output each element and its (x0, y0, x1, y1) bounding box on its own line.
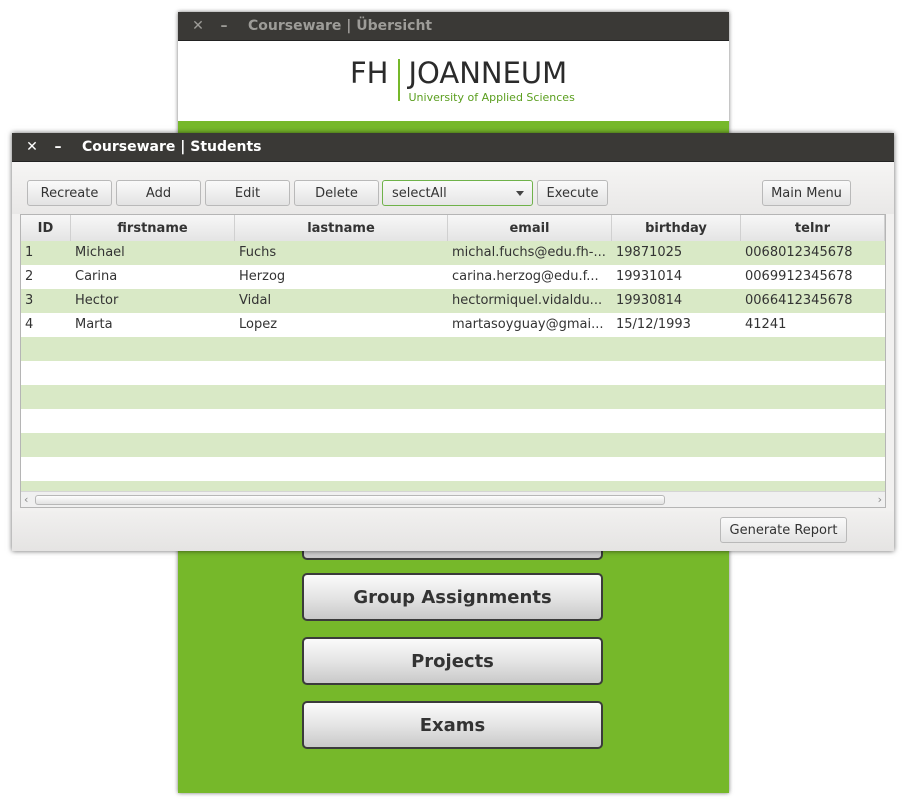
logo-fh-text: FH (350, 56, 389, 90)
close-icon[interactable]: ✕ (24, 139, 40, 155)
cell-id: 2 (25, 269, 34, 284)
cell-birthday: 19930814 (616, 293, 683, 308)
students-title: Courseware | Students (82, 139, 262, 155)
students-titlebar: ✕ – Courseware | Students (12, 133, 894, 162)
table-header: ID firstname lastname email birthday tel… (21, 215, 885, 242)
cell-firstname: Carina (75, 269, 118, 284)
cell-firstname: Marta (75, 317, 113, 332)
column-header-email[interactable]: email (448, 215, 612, 241)
logo-name-text: JOANNEUM (408, 56, 568, 90)
bottom-bar: Generate Report (12, 511, 894, 551)
main-menu-button[interactable]: Main Menu (762, 180, 851, 206)
chevron-right-icon[interactable]: › (878, 492, 882, 507)
cell-telnr: 0066412345678 (745, 293, 853, 308)
scrollbar-thumb[interactable] (35, 495, 665, 505)
empty-row (21, 337, 885, 361)
overview-title: Courseware | Übersicht (248, 18, 433, 34)
column-header-id[interactable]: ID (21, 215, 71, 241)
edit-button[interactable]: Edit (205, 180, 290, 206)
cell-email: hectormiquel.vidaldu... (452, 293, 603, 308)
recreate-button[interactable]: Recreate (27, 180, 112, 206)
cell-firstname: Hector (75, 293, 119, 308)
cell-telnr: 0069912345678 (745, 269, 853, 284)
cell-telnr: 0068012345678 (745, 245, 853, 260)
logo-band: FH JOANNEUM University of Applied Scienc… (178, 41, 729, 121)
projects-button[interactable]: Projects (302, 637, 603, 685)
cell-id: 4 (25, 317, 34, 332)
horizontal-scrollbar[interactable]: ‹ › (21, 491, 885, 507)
empty-row (21, 409, 885, 433)
column-header-birthday[interactable]: birthday (612, 215, 741, 241)
minimize-icon[interactable]: – (50, 139, 66, 155)
empty-row (21, 385, 885, 409)
table-row[interactable]: 3 Hector Vidal hectormiquel.vidaldu... 1… (21, 289, 885, 313)
cell-id: 1 (25, 245, 34, 260)
group-assignments-button[interactable]: Group Assignments (302, 573, 603, 621)
students-table: ID firstname lastname email birthday tel… (20, 214, 886, 508)
students-window: ✕ – Courseware | Students Recreate Add E… (12, 133, 894, 551)
logo-subtitle: University of Applied Sciences (408, 91, 575, 104)
table-row[interactable]: 4 Marta Lopez martasoyguay@gmai... 15/12… (21, 313, 885, 337)
cell-birthday: 19931014 (616, 269, 683, 284)
close-icon[interactable]: ✕ (190, 18, 206, 34)
table-row[interactable]: 1 Michael Fuchs michal.fuchs@edu.fh-... … (21, 241, 885, 265)
table-row[interactable]: 2 Carina Herzog carina.herzog@edu.f... 1… (21, 265, 885, 289)
query-select-value: selectAll (392, 185, 447, 201)
cell-firstname: Michael (75, 245, 125, 260)
cell-lastname: Fuchs (239, 245, 277, 260)
cell-birthday: 15/12/1993 (616, 317, 691, 332)
cell-email: michal.fuchs@edu.fh-... (452, 245, 606, 260)
exams-button[interactable]: Exams (302, 701, 603, 749)
chevron-left-icon[interactable]: ‹ (24, 492, 28, 507)
column-header-lastname[interactable]: lastname (235, 215, 448, 241)
cell-birthday: 19871025 (616, 245, 683, 260)
execute-button[interactable]: Execute (537, 180, 608, 206)
cell-telnr: 41241 (745, 317, 787, 332)
query-select[interactable]: selectAll (382, 180, 533, 206)
fh-joanneum-logo: FH JOANNEUM University of Applied Scienc… (350, 57, 575, 104)
column-header-firstname[interactable]: firstname (71, 215, 235, 241)
chevron-down-icon (516, 191, 524, 196)
cell-email: carina.herzog@edu.f... (452, 269, 599, 284)
cell-email: martasoyguay@gmai... (452, 317, 604, 332)
cell-lastname: Herzog (239, 269, 286, 284)
delete-button[interactable]: Delete (294, 180, 379, 206)
logo-divider (397, 59, 400, 101)
generate-report-button[interactable]: Generate Report (720, 517, 847, 543)
cell-lastname: Vidal (239, 293, 272, 308)
column-header-telnr[interactable]: telnr (741, 215, 885, 241)
cell-id: 3 (25, 293, 34, 308)
empty-row (21, 481, 885, 491)
empty-row (21, 433, 885, 457)
add-button[interactable]: Add (116, 180, 201, 206)
toolbar: Recreate Add Edit Delete selectAll Execu… (12, 162, 894, 214)
empty-row (21, 361, 885, 385)
cell-lastname: Lopez (239, 317, 278, 332)
overview-titlebar: ✕ – Courseware | Übersicht (178, 12, 729, 41)
minimize-icon[interactable]: – (216, 18, 232, 34)
empty-row (21, 457, 885, 481)
